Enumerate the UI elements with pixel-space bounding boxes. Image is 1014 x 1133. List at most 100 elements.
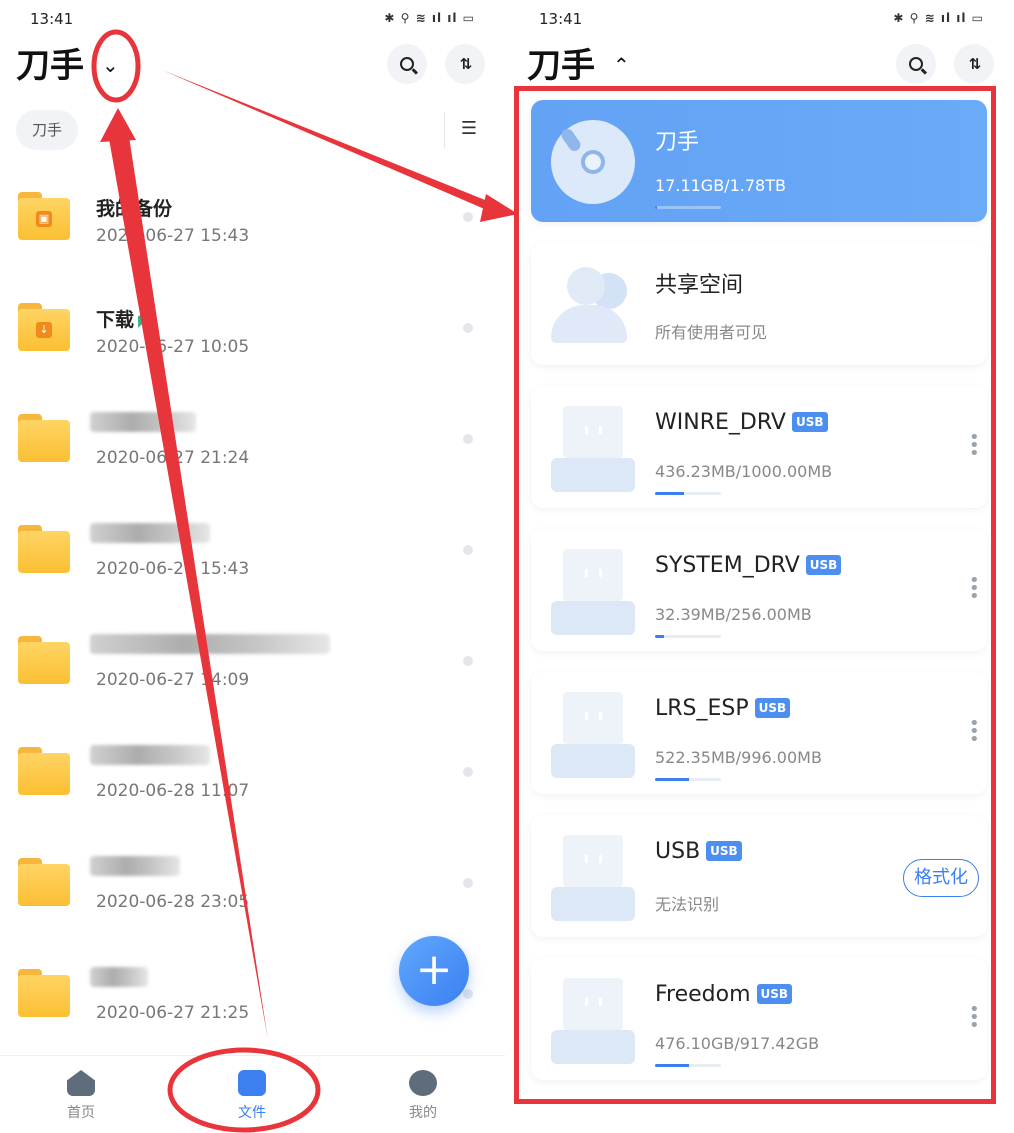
folder-icon [18, 414, 70, 462]
file-date: 2020-06-27 10:05 [96, 337, 250, 357]
usb-badge: USB [706, 841, 742, 861]
drive-card[interactable]: Freedom USB 476.10GB/917.42GB • • • [531, 958, 987, 1080]
home-icon [67, 1070, 95, 1096]
select-dot[interactable] [463, 656, 473, 666]
bottom-tab-bar: 首页 文件 我的 [0, 1055, 505, 1133]
transfer-button[interactable]: ⇅ [954, 44, 994, 84]
transfer-icon: ⇅ [968, 55, 982, 73]
drive-name: Freedom USB [655, 982, 793, 1007]
search-button[interactable] [896, 44, 936, 84]
file-row[interactable]: 2020-06-27 21:24 [0, 382, 505, 493]
drive-name-text: SYSTEM_DRV [655, 553, 800, 578]
usb-badge: USB [756, 984, 793, 1004]
profile-icon [409, 1070, 437, 1096]
file-date: 2020-06-27 21:25 [96, 1003, 250, 1023]
file-row[interactable]: ↓ 下载 ◤ 2020-06-27 10:05 [0, 271, 505, 382]
divider [444, 112, 445, 148]
blurred-name [90, 967, 148, 987]
more-icon[interactable]: • • • [969, 429, 980, 463]
status-time: 13:41 [30, 10, 74, 28]
folder-badge-icon: ↓ [36, 322, 52, 338]
more-icon[interactable]: • • • [969, 1001, 980, 1035]
drive-card[interactable]: 共享空间 所有使用者可见 [531, 243, 987, 365]
drive-name-text: LRS_ESP [655, 696, 749, 721]
drive-card[interactable]: USB USB 无法识别 格式化 [531, 815, 987, 937]
drive-info: 436.23MB/1000.00MB [655, 462, 833, 481]
drive-name: WINRE_DRV USB [655, 410, 828, 435]
usb-drive-icon [551, 688, 635, 778]
transfer-button[interactable]: ⇅ [445, 44, 485, 84]
drive-card[interactable]: 刀手 17.11GB/1.78TB [531, 100, 987, 222]
file-row[interactable]: 2020-06-27 15:43 [0, 493, 505, 604]
usb-drive-icon [551, 402, 635, 492]
page-title: 刀手 [527, 46, 595, 86]
tab-home-label: 首页 [67, 1105, 95, 1121]
file-row[interactable]: 2020-06-28 11:07 [0, 715, 505, 826]
file-row[interactable]: ▣ 我的备份 2020-06-27 15:43 [0, 160, 505, 271]
search-button[interactable] [387, 44, 427, 84]
usage-progress [655, 1064, 721, 1067]
drive-name-text: USB [655, 839, 701, 864]
usb-badge: USB [754, 698, 791, 718]
status-bar: 13:41 ✱ ⚲ ≋ ıl ıl ▭ [0, 8, 505, 32]
usb-drive-icon [551, 545, 635, 635]
tab-files[interactable]: 文件 [217, 1070, 287, 1122]
add-button[interactable]: + [399, 936, 469, 1006]
usage-progress [655, 492, 721, 495]
usage-progress [655, 635, 721, 638]
select-dot[interactable] [463, 212, 473, 222]
select-dot[interactable] [463, 434, 473, 444]
drive-name-text: WINRE_DRV [655, 410, 786, 435]
drive-name: 共享空间 [655, 267, 743, 299]
drive-name-text: Freedom [655, 982, 751, 1007]
folder-icon: ↓ [18, 303, 70, 351]
chevron-up-icon[interactable]: ⌃ [613, 50, 630, 80]
folder-icon [18, 747, 70, 795]
file-list: ▣ 我的备份 2020-06-27 15:43 ↓ 下载 ◤ 2020-06-27… [0, 160, 505, 1048]
format-button[interactable]: 格式化 [903, 859, 979, 897]
more-icon[interactable]: • • • [969, 572, 980, 606]
chevron-down-icon[interactable]: ⌄ [102, 50, 119, 80]
usb-drive-icon [551, 974, 635, 1064]
more-icon[interactable]: • • • [969, 715, 980, 749]
status-time: 13:41 [539, 10, 583, 28]
file-date: 2020-06-28 23:05 [96, 892, 250, 912]
drive-info: 17.11GB/1.78TB [655, 176, 786, 195]
status-bar: 13:41 ✱ ⚲ ≋ ıl ıl ▭ [509, 8, 1014, 32]
list-view-icon[interactable]: ☰ [461, 118, 477, 139]
usage-progress [655, 206, 721, 209]
file-name: 我的备份 [96, 194, 172, 221]
select-dot[interactable] [463, 878, 473, 888]
select-dot[interactable] [463, 767, 473, 777]
search-icon [400, 57, 414, 71]
folder-icon: ▣ [18, 192, 70, 240]
folder-icon [18, 969, 70, 1017]
tab-me-label: 我的 [409, 1105, 437, 1121]
tab-me[interactable]: 我的 [388, 1070, 458, 1122]
file-date: 2020-06-28 11:07 [96, 781, 250, 801]
drive-name: SYSTEM_DRV USB [655, 553, 842, 578]
drive-card[interactable]: WINRE_DRV USB 436.23MB/1000.00MB • • • [531, 386, 987, 508]
folder-icon [238, 1070, 266, 1096]
tab-home[interactable]: 首页 [46, 1070, 116, 1122]
status-icons: ✱ ⚲ ≋ ıl ıl ▭ [384, 11, 475, 25]
select-dot[interactable] [463, 989, 473, 999]
drive-name: 刀手 [655, 124, 699, 156]
drive-name-text: 共享空间 [655, 273, 744, 298]
select-dot[interactable] [463, 545, 473, 555]
shared-users-icon [551, 259, 635, 347]
file-row[interactable]: 2020-06-27 14:09 [0, 604, 505, 715]
file-name-text: 我的备份 [96, 198, 173, 220]
breadcrumb-chip[interactable]: 刀手 [16, 110, 79, 150]
right-screen: 13:41 ✱ ⚲ ≋ ıl ıl ▭ 刀手 ⌃ ⇅ 刀手 17.11GB/1.… [509, 0, 1014, 1133]
drive-info: 522.35MB/996.00MB [655, 748, 822, 767]
disc-icon [551, 116, 635, 204]
blurred-name [90, 523, 210, 543]
usb-drive-icon [551, 831, 635, 921]
drive-card[interactable]: LRS_ESP USB 522.35MB/996.00MB • • • [531, 672, 987, 794]
drive-card[interactable]: SYSTEM_DRV USB 32.39MB/256.00MB • • • [531, 529, 987, 651]
file-row[interactable]: 2020-06-28 23:05 [0, 826, 505, 937]
select-dot[interactable] [463, 323, 473, 333]
file-name: 下载 ◤ [96, 305, 150, 332]
file-date: 2020-06-27 15:43 [96, 559, 250, 579]
